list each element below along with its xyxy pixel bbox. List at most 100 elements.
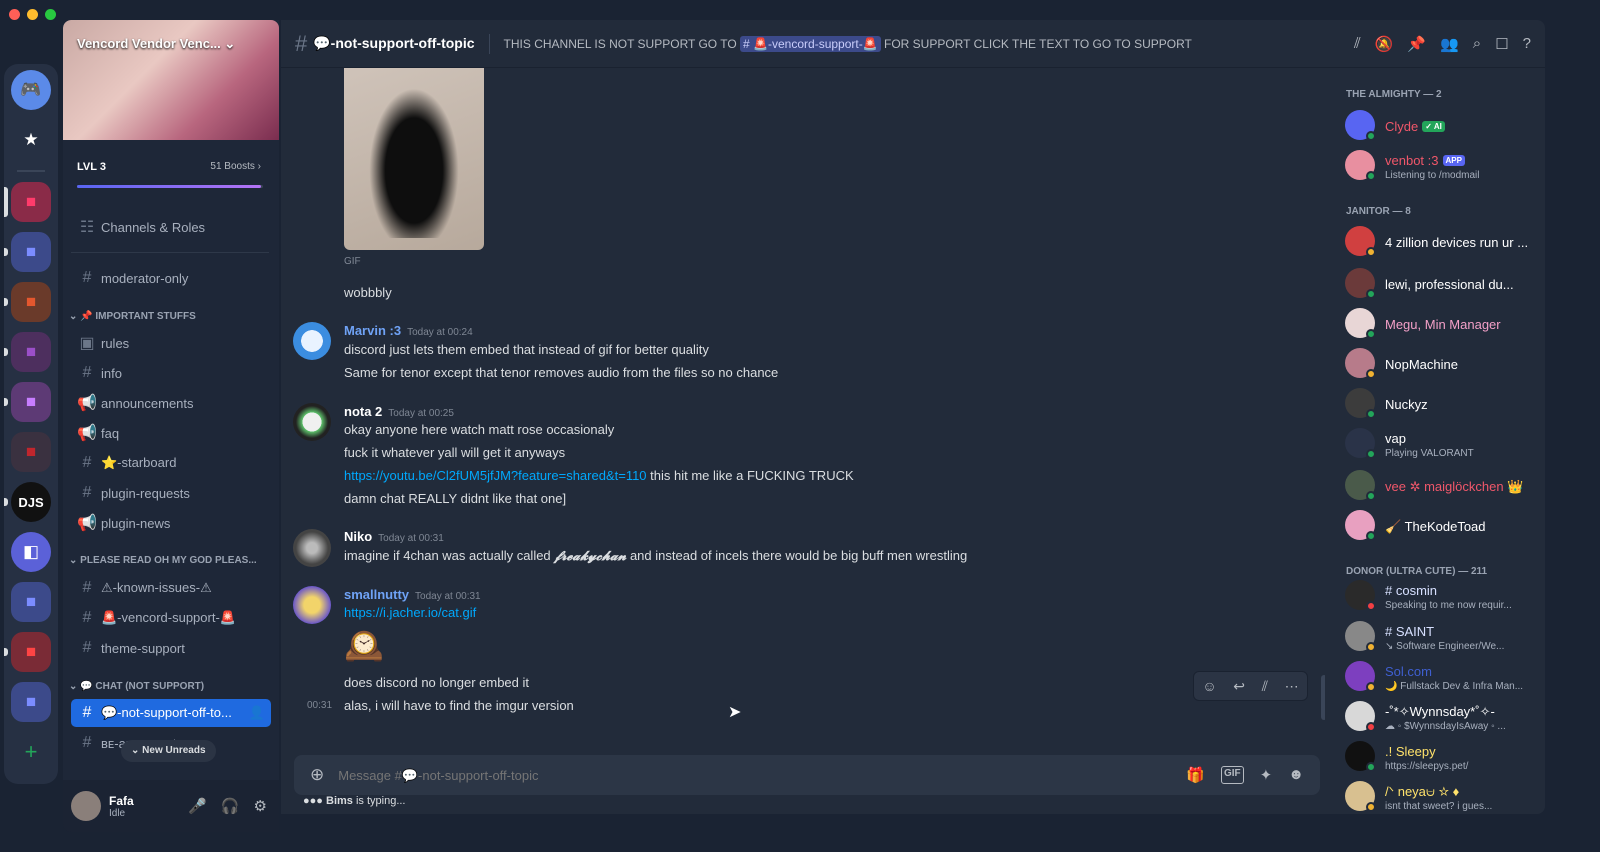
message-input[interactable] — [338, 767, 1187, 783]
member-item[interactable]: Sol.com 🌙 Fullstack Dev & Infra Man... — [1345, 657, 1540, 697]
timestamp: Today at 00:31 — [378, 533, 444, 544]
avatar[interactable] — [293, 529, 331, 567]
headphones-icon[interactable]: 🎧 — [221, 797, 240, 815]
folder-red2-icon[interactable]: ■ — [11, 432, 51, 472]
djs-server-icon[interactable]: DJS — [4, 482, 51, 522]
channel-theme-support[interactable]: # theme-support — [71, 634, 271, 662]
member-badge: ✓ AI — [1422, 121, 1445, 132]
discord-home-icon[interactable]: 🎮 — [11, 70, 51, 110]
settings-gear-icon[interactable]: ⚙ — [254, 797, 267, 815]
member-item[interactable]: Megu, Min Manager — [1345, 304, 1540, 344]
pin-icon[interactable]: 📌 — [1407, 35, 1426, 53]
mute-mic-icon[interactable]: 🎤 — [188, 797, 207, 815]
member-list-icon[interactable]: 👥 — [1440, 35, 1459, 53]
message-author[interactable]: smallnutty Today at 00:31 — [344, 587, 481, 602]
server-t-icon[interactable]: ◧ — [11, 532, 51, 572]
favorites-star-icon[interactable]: ★ — [11, 120, 51, 160]
channel-plugin-news[interactable]: 📢 plugin-news — [71, 509, 271, 537]
member-item[interactable]: NopMachine — [1345, 344, 1540, 384]
channel-announcements[interactable]: 📢 announcements — [71, 389, 271, 417]
channel-not-support-off-topic[interactable]: # 💬-not-support-off-to... 👤 — [71, 699, 271, 727]
member-item[interactable]: /ᐠ neya⩁ ☆ ♦ isnt that sweet? i gues... — [1345, 777, 1540, 814]
more-options-icon[interactable]: ⋯ — [1285, 678, 1299, 695]
folder-blue3-icon[interactable]: ■ — [11, 682, 51, 722]
member-badge: APP — [1442, 155, 1465, 166]
channel-rules[interactable]: ▣ rules — [71, 329, 271, 357]
inbox-icon[interactable]: ☐ — [1495, 35, 1508, 53]
add-reaction-icon[interactable]: ☺ — [1202, 678, 1216, 694]
sticker-icon[interactable]: ✦ — [1260, 766, 1273, 784]
emoji-picker-icon[interactable]: ☻ — [1288, 766, 1304, 784]
add-member-icon[interactable]: 👤 — [249, 705, 265, 721]
search-icon[interactable]: ⌕ — [1473, 35, 1481, 53]
message-author[interactable]: Niko Today at 00:31 — [344, 529, 444, 544]
cat-image — [369, 88, 459, 238]
attach-icon[interactable]: ⊕ — [310, 765, 324, 785]
member-item[interactable]: .! Sleepy https://sleepys.pet/ — [1345, 737, 1540, 777]
category-important[interactable]: ⌄ 📌 IMPORTANT STUFFS — [69, 311, 196, 322]
help-icon[interactable]: ? — [1523, 35, 1531, 53]
member-item[interactable]: Nuckyz — [1345, 384, 1540, 424]
status-dot — [1366, 642, 1376, 652]
message-author[interactable]: Marvin :3 Today at 00:24 — [344, 323, 473, 338]
close-window-button[interactable] — [9, 9, 20, 20]
folder-blue2-icon[interactable]: ■ — [11, 582, 51, 622]
member-item[interactable]: lewi, professional du... — [1345, 264, 1540, 304]
folder-red-icon[interactable]: ■ — [4, 182, 51, 222]
guild-name[interactable]: Vencord Vendor Venc... ⌄ — [77, 36, 235, 52]
user-info[interactable]: Fafa Idle — [109, 794, 134, 819]
category-please-read[interactable]: ⌄ PLEASE READ OH MY GOD PLEAS... — [69, 555, 257, 566]
folder-orange-icon[interactable]: ■ — [4, 282, 51, 322]
member-item[interactable]: Clyde ✓ AI — [1345, 106, 1540, 146]
message-link[interactable]: https://i.jacher.io/cat.gif — [344, 605, 476, 620]
gif-embed[interactable] — [344, 68, 484, 250]
avatar[interactable] — [293, 586, 331, 624]
message-link[interactable]: https://youtu.be/Cl2fUM5jfJM?feature=sha… — [344, 468, 647, 483]
channel-faq[interactable]: 📢 faq — [71, 419, 271, 447]
member-item[interactable]: vap Playing VALORANT — [1345, 424, 1540, 464]
add-server-icon[interactable]: + — [11, 732, 51, 772]
new-unreads-button[interactable]: ⌄ New Unreads — [121, 740, 216, 762]
avatar[interactable] — [71, 791, 101, 821]
member-item[interactable]: 4 zillion devices run ur ... — [1345, 222, 1540, 262]
notifications-icon[interactable]: 🔕 — [1375, 35, 1394, 53]
member-activity: 🌙 Fullstack Dev & Infra Man... — [1385, 681, 1524, 692]
channel-starboard[interactable]: # ⭐-starboard — [71, 449, 271, 477]
message-text: okay anyone here watch matt rose occasio… — [344, 422, 615, 437]
channel-topic[interactable]: THIS CHANNEL IS NOT SUPPORT GO TO # 🚨-ve… — [504, 35, 1192, 52]
gift-icon[interactable]: 🎁 — [1186, 766, 1205, 784]
status-dot — [1366, 247, 1376, 257]
channel-known-issues[interactable]: # ⚠-known-issues-⚠ — [71, 574, 271, 602]
status-dot — [1366, 289, 1376, 299]
channel-mention[interactable]: # 🚨-vencord-support-🚨 — [740, 35, 881, 52]
boost-count[interactable]: 51 Boosts › — [210, 161, 261, 172]
channel-plugin-requests[interactable]: # plugin-requests — [71, 479, 271, 507]
member-item[interactable]: vee ✲ maiglöckchen 👑 — [1345, 466, 1540, 506]
channel-info[interactable]: # info — [71, 359, 271, 387]
boost-progress-bar — [77, 185, 263, 188]
folder-purple-icon[interactable]: ■ — [4, 332, 51, 372]
minimize-window-button[interactable] — [27, 9, 38, 20]
member-item[interactable]: # SAINT ↘ Software Engineer/We... — [1345, 617, 1540, 657]
channels-roles[interactable]: ☷ Channels & Roles — [71, 213, 271, 241]
megaphone-icon: 📢 — [77, 395, 97, 412]
reply-icon[interactable]: ↩ — [1233, 678, 1245, 695]
threads-icon[interactable]: ⫽ — [1354, 35, 1361, 53]
channel-moderator-only[interactable]: # moderator-only — [71, 264, 271, 292]
avatar[interactable] — [293, 322, 331, 360]
folder-purple2-icon[interactable]: ■ — [4, 382, 51, 422]
member-item[interactable]: venbot :3 APP Listening to /modmail — [1345, 146, 1540, 186]
maximize-window-button[interactable] — [45, 9, 56, 20]
member-item[interactable]: -˚*✧Wynnsday*˚✧- ☁ ◦ $WynnsdayIsAway ◦ ..… — [1345, 697, 1540, 737]
channel-vencord-support[interactable]: # 🚨-vencord-support-🚨 — [71, 604, 271, 632]
guild-banner[interactable]: Vencord Vendor Venc... ⌄ — [63, 20, 279, 140]
message-author[interactable]: nota 2 Today at 00:25 — [344, 404, 454, 419]
member-item[interactable]: # cosmin Speaking to me now requir... — [1345, 576, 1540, 616]
avatar[interactable] — [293, 403, 331, 441]
category-chat[interactable]: ⌄ 💬 CHAT (NOT SUPPORT) — [69, 681, 204, 692]
folder-blue-icon[interactable]: ■ — [4, 232, 51, 272]
folder-red3-icon[interactable]: ■ — [4, 632, 51, 672]
gif-picker-icon[interactable]: GIF — [1220, 766, 1244, 784]
member-item[interactable]: 🧹 TheKodeToad — [1345, 506, 1540, 546]
create-thread-icon[interactable]: ⫽ — [1262, 678, 1268, 695]
